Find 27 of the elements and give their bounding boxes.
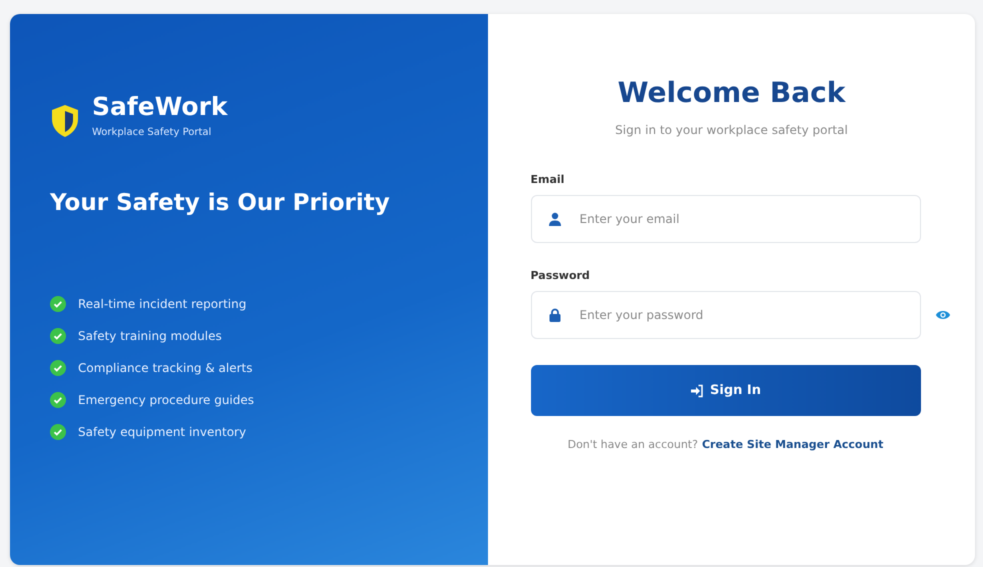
feature-item: Emergency procedure guides	[78, 393, 254, 407]
check-icon	[50, 392, 66, 408]
password-field[interactable]: Enter your password	[530, 291, 920, 339]
signup-prompt: Don't have an account?	[568, 438, 698, 451]
check-icon	[50, 296, 66, 312]
check-icon	[50, 360, 66, 376]
create-account-link[interactable]: Create Site Manager Account	[702, 438, 884, 451]
sign-in-button[interactable]: Sign In	[530, 365, 920, 416]
brand-tagline: Workplace Safety Portal	[92, 127, 212, 138]
lock-icon	[548, 308, 562, 322]
feature-item: Compliance tracking & alerts	[78, 361, 252, 375]
brand-name: SafeWork	[92, 92, 228, 121]
email-field[interactable]: Enter your email	[530, 195, 920, 243]
form-subtitle: Sign in to your workplace safety portal	[615, 123, 848, 137]
user-icon	[548, 212, 562, 226]
check-icon	[50, 424, 66, 440]
shield-icon	[50, 104, 80, 138]
feature-item: Real-time incident reporting	[78, 297, 246, 311]
form-title: Welcome Back	[618, 76, 846, 109]
sign-in-icon	[690, 384, 704, 398]
feature-item: Safety training modules	[78, 329, 222, 343]
feature-item: Safety equipment inventory	[78, 425, 246, 439]
eye-icon[interactable]	[934, 308, 950, 322]
check-icon	[50, 328, 66, 344]
field-label: Password	[530, 269, 591, 282]
field-label: Email	[530, 173, 566, 186]
headline: Your Safety is Our Priority	[50, 190, 391, 216]
